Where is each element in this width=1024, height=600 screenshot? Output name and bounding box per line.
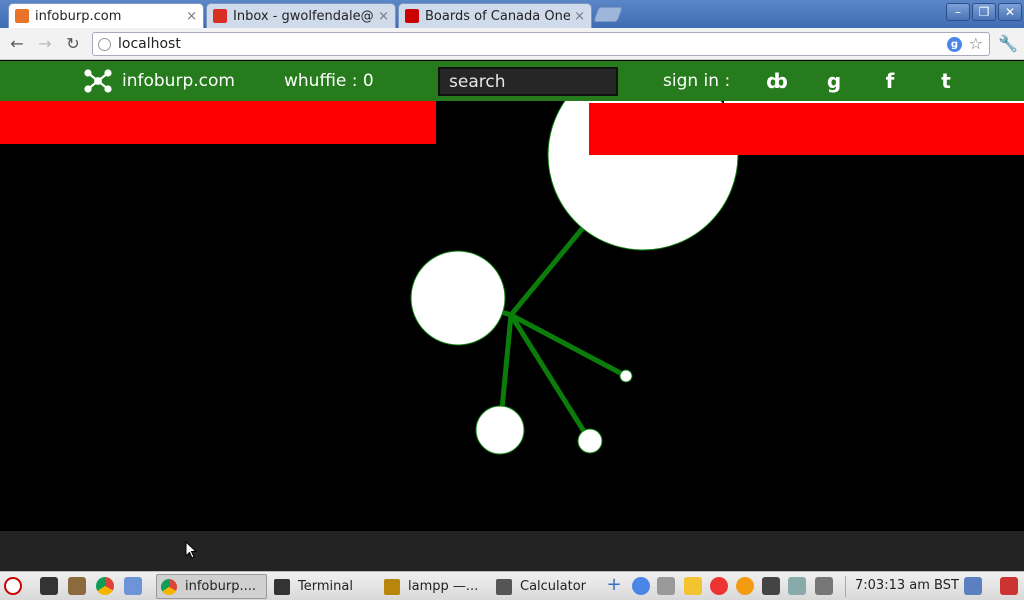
- notes-tray-icon[interactable]: [684, 577, 702, 595]
- folder-icon: [384, 578, 400, 595]
- desktop-strip: [0, 531, 1024, 571]
- facebook-icon[interactable]: f: [876, 67, 904, 95]
- tab-infoburp[interactable]: infoburp.com ×: [8, 3, 204, 28]
- screen-tray-icon[interactable]: [815, 577, 833, 595]
- sign-in-label: sign in :: [663, 71, 731, 91]
- globe-icon: [98, 38, 111, 51]
- mouse-cursor-icon: [185, 541, 197, 559]
- taskbar: infoburp.... Terminal lampp —... Calcula…: [0, 571, 1024, 600]
- refresh-launcher-icon[interactable]: [124, 577, 142, 595]
- tab-title: infoburp.com: [35, 8, 122, 24]
- new-tab-button[interactable]: [593, 7, 623, 22]
- tab-title: Boards of Canada One H: [425, 8, 571, 24]
- task-calculator[interactable]: Calculator: [492, 574, 592, 599]
- reload-button[interactable]: ↻: [63, 34, 83, 54]
- chrome-icon: [161, 578, 177, 595]
- graph-node-dot[interactable]: [619, 369, 633, 383]
- tab-inbox[interactable]: Inbox - gwolfendale@gr ×: [206, 3, 396, 28]
- tab-close-icon[interactable]: ×: [574, 9, 585, 24]
- site-header: infoburp.com whuffie : 0 sign in : ȸ g f…: [0, 61, 1024, 101]
- forward-button[interactable]: →: [35, 34, 55, 54]
- url-text: localhost: [118, 36, 181, 52]
- header-divider: [724, 101, 1024, 103]
- gmail-favicon-icon: [213, 9, 227, 23]
- tab-title: Inbox - gwolfendale@gr: [233, 8, 375, 24]
- no-entry-tray-icon[interactable]: [710, 577, 728, 595]
- clock[interactable]: 7:03:13 am BST: [855, 578, 959, 593]
- chrome-launcher-icon[interactable]: [96, 577, 114, 595]
- openid-icon[interactable]: ȸ: [763, 67, 791, 95]
- task-infoburp[interactable]: infoburp....: [156, 574, 267, 599]
- wifi-signal-icon[interactable]: [964, 577, 982, 595]
- wrench-menu-icon[interactable]: 🔧: [998, 34, 1018, 53]
- whuffie-score: whuffie : 0: [284, 71, 374, 91]
- minimize-button[interactable]: –: [946, 3, 970, 21]
- weather-tray-icon[interactable]: [736, 577, 754, 595]
- task-terminal[interactable]: Terminal: [270, 574, 376, 599]
- task-label: lampp —...: [408, 579, 479, 594]
- display-tray-icon[interactable]: [762, 577, 780, 595]
- taskbar-separator: [845, 576, 846, 597]
- red-panel-right: [589, 103, 1024, 155]
- logout-icon[interactable]: [1000, 577, 1018, 595]
- infoburp-favicon-icon: [15, 9, 29, 23]
- add-tray-icon[interactable]: +: [605, 576, 623, 595]
- address-bar[interactable]: localhost g ☆: [92, 32, 990, 56]
- google-icon[interactable]: g: [820, 67, 848, 95]
- browser-toolbar: ← → ↻ localhost g ☆ 🔧: [0, 28, 1024, 60]
- browser-titlebar: infoburp.com × Inbox - gwolfendale@gr × …: [0, 0, 1024, 28]
- task-label: infoburp....: [185, 579, 256, 594]
- debian-menu-icon[interactable]: [4, 577, 22, 595]
- task-label: Calculator: [520, 579, 587, 594]
- google-search-icon[interactable]: g: [947, 37, 962, 52]
- tab-close-icon[interactable]: ×: [186, 9, 197, 24]
- youtube-favicon-icon: [405, 9, 419, 23]
- network-cable-tray-icon[interactable]: [657, 577, 675, 595]
- task-lampp[interactable]: lampp —...: [380, 574, 490, 599]
- dropbox-tray-icon[interactable]: [632, 577, 650, 595]
- tumblr-icon[interactable]: t: [932, 67, 960, 95]
- search-input[interactable]: [438, 67, 618, 96]
- bookmark-star-icon[interactable]: ☆: [969, 34, 983, 53]
- graph-node-small[interactable]: [475, 405, 525, 455]
- terminal-launcher-icon[interactable]: [40, 577, 58, 595]
- devices-tray-icon[interactable]: [788, 577, 806, 595]
- network-logo-icon[interactable]: [84, 69, 112, 93]
- back-button[interactable]: ←: [7, 34, 27, 54]
- tab-youtube[interactable]: Boards of Canada One H ×: [398, 3, 592, 28]
- maximize-button[interactable]: ❐: [972, 3, 996, 21]
- task-label: Terminal: [298, 579, 353, 594]
- calculator-icon: [496, 578, 512, 595]
- graph-node-tiny[interactable]: [577, 428, 603, 454]
- page-content: infoburp.com whuffie : 0 sign in : ȸ g f…: [0, 61, 1024, 531]
- close-window-button[interactable]: ✕: [998, 3, 1022, 21]
- terminal-icon: [274, 578, 290, 595]
- graph-node-medium[interactable]: [410, 250, 506, 346]
- paint-launcher-icon[interactable]: [68, 577, 86, 595]
- site-logo-text[interactable]: infoburp.com: [122, 71, 235, 91]
- tab-close-icon[interactable]: ×: [378, 9, 389, 24]
